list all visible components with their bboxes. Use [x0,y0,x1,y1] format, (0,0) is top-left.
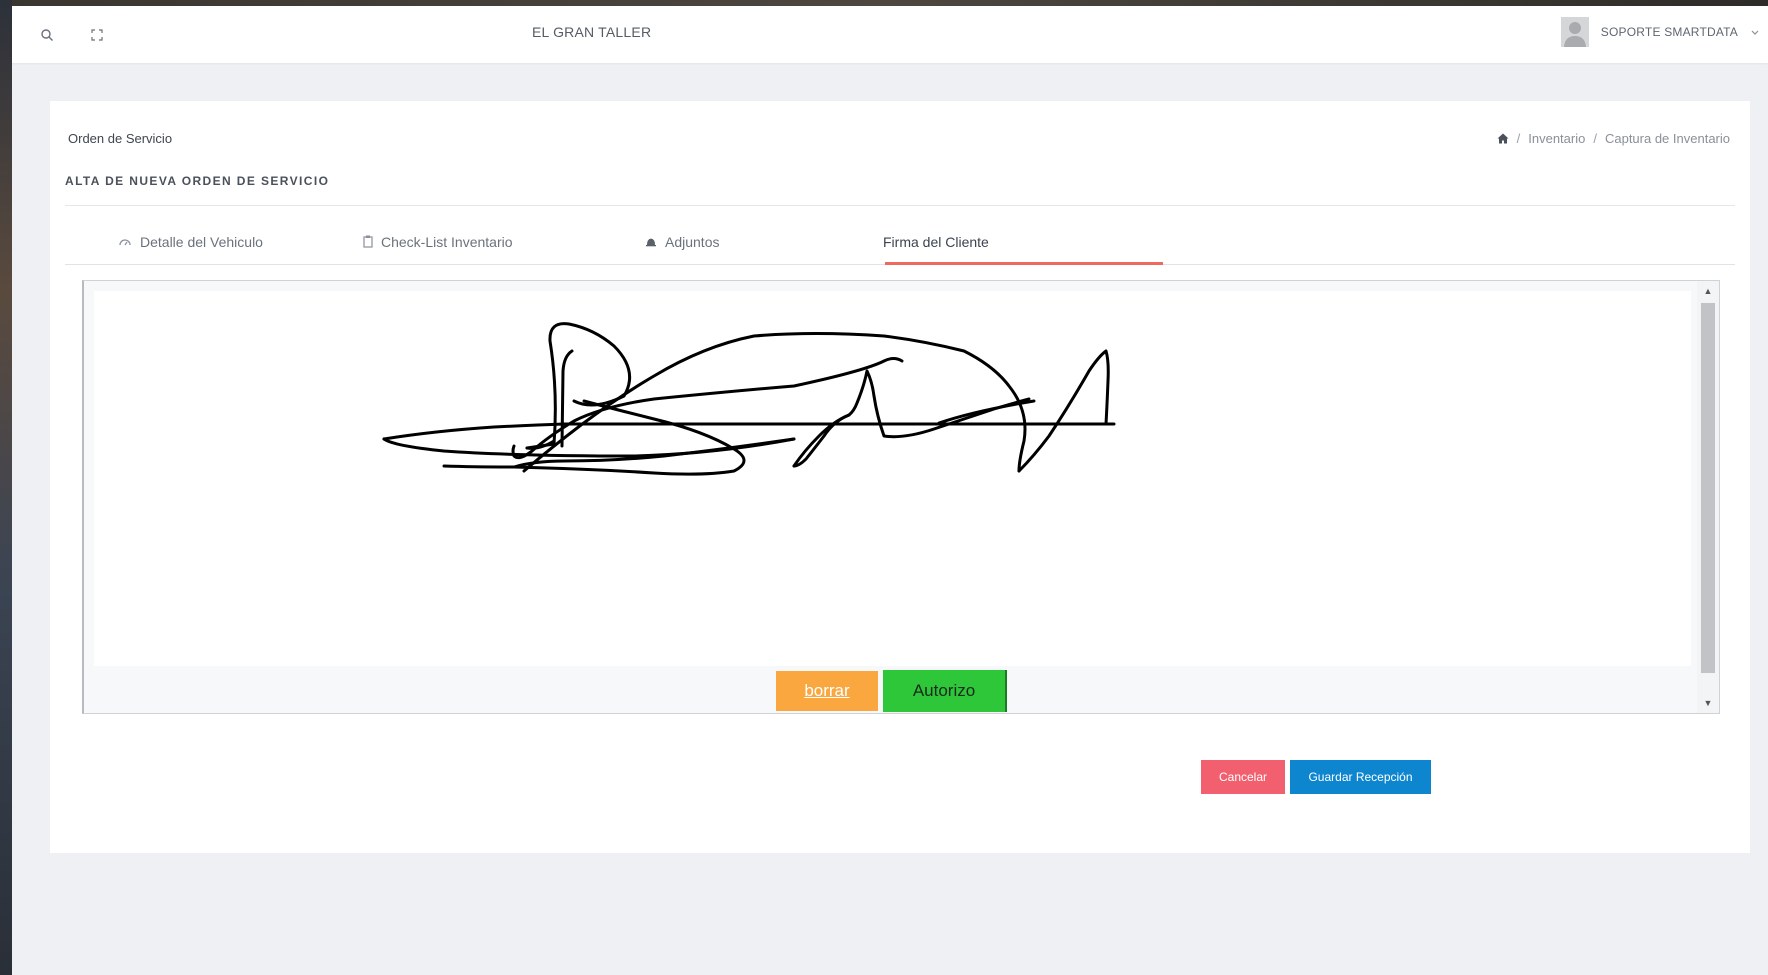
divider [65,205,1735,206]
signature-drawing [382,322,1116,476]
user-menu[interactable]: SOPORTE SMARTDATA [1560,14,1760,50]
clear-signature-button[interactable]: borrar [776,671,878,711]
top-navbar: EL GRAN TALLER SOPORTE SMARTDATA [12,6,1768,63]
fullscreen-icon[interactable] [86,24,108,46]
cancel-button[interactable]: Cancelar [1201,760,1285,794]
user-name: SOPORTE SMARTDATA [1600,25,1738,39]
scroll-thumb[interactable] [1701,303,1715,673]
signature-canvas[interactable] [94,291,1691,666]
app-root: EL GRAN TALLER SOPORTE SMARTDATA Orden d… [12,6,1768,975]
bell-icon [645,236,657,248]
save-reception-button[interactable]: Guardar Recepción [1290,760,1431,794]
active-tab-indicator [885,262,1163,265]
home-icon[interactable] [1497,133,1509,144]
search-icon[interactable] [36,24,58,46]
main-card: Orden de Servicio / Inventario / Captura… [50,101,1750,853]
scroll-up-arrow-icon[interactable]: ▲ [1702,286,1714,296]
tab-adjuntos[interactable]: Adjuntos [645,218,719,265]
avatar [1560,17,1589,47]
window-frame-left [0,0,12,975]
gauge-icon [118,237,132,247]
scroll-down-arrow-icon[interactable]: ▼ [1702,698,1714,708]
tab-bar: Detalle del Vehiculo Check-List Inventar… [65,218,1735,265]
clipboard-icon [363,235,373,248]
section-title: ALTA DE NUEVA ORDEN DE SERVICIO [65,174,330,188]
page-title: Orden de Servicio [68,131,173,146]
tab-label: Adjuntos [665,233,720,250]
signature-scrollbar[interactable]: ▲ ▼ [1697,281,1719,713]
breadcrumb-captura[interactable]: Captura de Inventario [1605,131,1730,146]
signature-panel: ▲ ▼ borrar Autorizo [82,280,1720,714]
tab-label: Detalle del Vehiculo [140,233,263,250]
authorize-button[interactable]: Autorizo [883,670,1007,712]
tab-label: Firma del Cliente [883,233,989,250]
breadcrumb-separator: / [1516,131,1521,146]
app-brand: EL GRAN TALLER [532,24,652,40]
breadcrumb: / Inventario / Captura de Inventario [1497,131,1730,146]
chevron-down-icon [1750,27,1760,37]
breadcrumb-inventario[interactable]: Inventario [1528,131,1585,146]
tab-checklist-inventario[interactable]: Check-List Inventario [363,218,513,265]
breadcrumb-separator: / [1593,131,1597,146]
tab-firma-cliente[interactable]: Firma del Cliente [883,218,989,265]
tab-label: Check-List Inventario [381,233,513,250]
tab-detalle-vehiculo[interactable]: Detalle del Vehiculo [118,218,263,265]
